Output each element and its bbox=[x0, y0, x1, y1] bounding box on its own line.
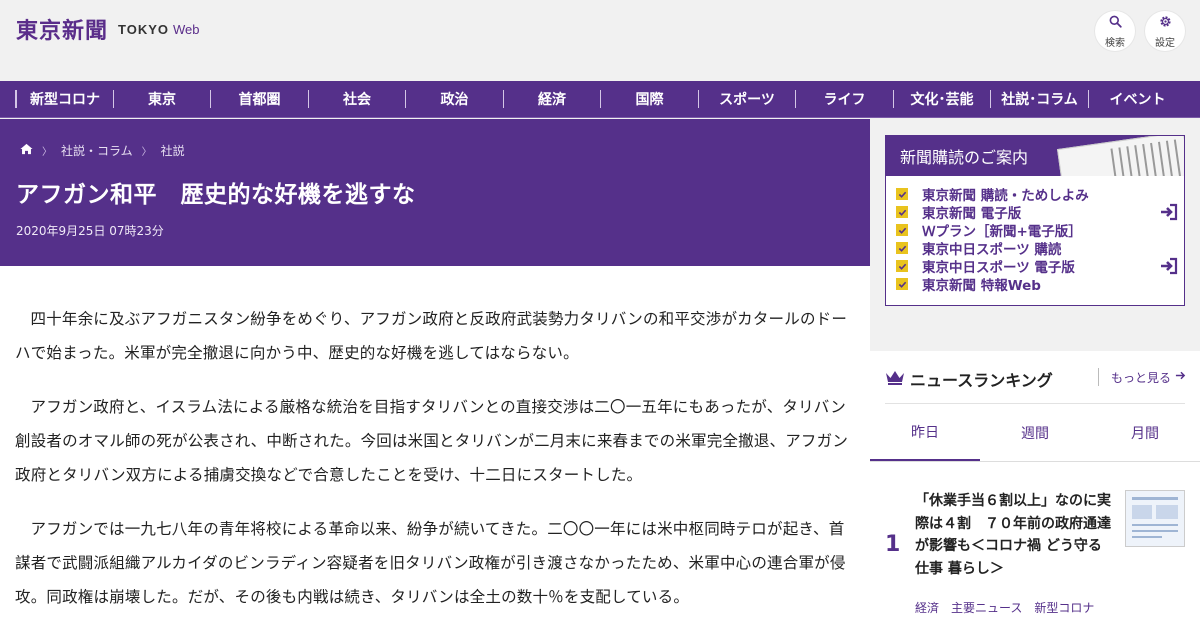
ranking-number: 1 bbox=[885, 532, 901, 557]
tab-weekly[interactable]: 週間 bbox=[980, 404, 1090, 462]
ranking-tags: 経済 主要ニュース 新型コロナ bbox=[915, 599, 1106, 616]
logo-tokyo-text: TOKYO bbox=[118, 21, 170, 37]
article-header: 〉 社説・コラム 〉 社説 アフガン和平 歴史的な好機を逃すな 2020年9月2… bbox=[0, 119, 870, 266]
subscription-item[interactable]: 東京新聞 電子版 bbox=[896, 203, 1184, 222]
ranking-item[interactable]: 1 「休業手当６割以上」なのに実際は４割 ７０年前の政府通達が影響も＜コロナ禍 … bbox=[885, 487, 1185, 615]
subscription-item-label: Ｗプラン［新聞+電子版］ bbox=[922, 224, 1082, 240]
nav-item-politics[interactable]: 政治 bbox=[405, 90, 503, 108]
ranking-item-title[interactable]: 「休業手当６割以上」なのに実際は４割 ７０年前の政府通達が影響も＜コロナ禍 どう… bbox=[915, 490, 1120, 580]
tag-link[interactable]: 新型コロナ bbox=[1034, 599, 1094, 616]
newspaper-image bbox=[1057, 136, 1184, 176]
tab-yesterday[interactable]: 昨日 bbox=[870, 404, 980, 462]
ranking-title-text: ニュースランキング bbox=[910, 371, 1053, 390]
logo-wordmark: 東京新聞 bbox=[16, 18, 109, 44]
article-paragraph: 四十年余に及ぶアフガニスタン紛争をめぐり、アフガン政府と反政府武装勢力タリバンの… bbox=[15, 310, 848, 362]
nav-item-economy[interactable]: 経済 bbox=[503, 90, 600, 108]
nav-item-tokyo[interactable]: 東京 bbox=[113, 90, 210, 108]
ranking-tabs: 昨日 週間 月間 bbox=[870, 404, 1200, 462]
subscription-item-label: 東京新聞 電子版 bbox=[922, 206, 1022, 222]
tag-link[interactable]: 主要ニュース bbox=[951, 599, 1022, 616]
ranking-thumbnail[interactable] bbox=[1125, 490, 1185, 547]
news-ranking: ニュースランキング もっと見る 昨日 週間 月間 1 「休業手当６割以上」なのに… bbox=[870, 351, 1200, 630]
site-header: 東京新聞 TOKYO Web 検索 設定 bbox=[0, 0, 1200, 81]
article-paragraph: アフガンでは一九七八年の青年将校による革命以来、紛争が続いてきた。二〇〇一年には… bbox=[15, 520, 846, 606]
gear-icon bbox=[1159, 13, 1172, 32]
home-icon[interactable] bbox=[20, 143, 33, 158]
subscription-box: 新聞購読のご案内 東京新聞 購読・ためしよみ 東京新聞 電子版 Ｗプラン［新聞+… bbox=[885, 135, 1185, 306]
subscription-header: 新聞購読のご案内 bbox=[886, 136, 1184, 176]
search-label: 検索 bbox=[1105, 38, 1125, 49]
tag-link[interactable]: 経済 bbox=[915, 599, 939, 616]
subscription-item-label: 東京新聞 特報Web bbox=[922, 278, 1041, 294]
check-icon bbox=[896, 188, 908, 200]
article-paragraph: アフガン政府と、イスラム法による厳格な統治を目指すタリバンとの直接交渉は二〇一五… bbox=[15, 398, 849, 484]
search-button[interactable]: 検索 bbox=[1095, 11, 1135, 51]
site-logo[interactable]: 東京新聞 TOKYO Web bbox=[16, 14, 200, 44]
login-icon[interactable] bbox=[1159, 203, 1179, 221]
ranking-title: ニュースランキング bbox=[885, 367, 1053, 391]
subscription-title: 新聞購読のご案内 bbox=[900, 148, 1029, 167]
nav-item-life[interactable]: ライフ bbox=[795, 90, 893, 108]
sidebar: 新聞購読のご案内 東京新聞 購読・ためしよみ 東京新聞 電子版 Ｗプラン［新聞+… bbox=[870, 119, 1200, 630]
nav-item-shutoken[interactable]: 首都圏 bbox=[210, 90, 308, 108]
check-icon bbox=[896, 224, 908, 236]
nav-item-international[interactable]: 国際 bbox=[600, 90, 698, 108]
tab-monthly[interactable]: 月間 bbox=[1090, 404, 1200, 462]
nav-item-corona[interactable]: 新型コロナ bbox=[15, 90, 113, 108]
check-icon bbox=[896, 278, 908, 290]
breadcrumb-item-editorial[interactable]: 社説 bbox=[161, 142, 185, 159]
subscription-item-label: 東京中日スポーツ 購読 bbox=[922, 242, 1062, 258]
subscription-item[interactable]: 東京中日スポーツ 電子版 bbox=[896, 257, 1184, 276]
nav-item-events[interactable]: イベント bbox=[1088, 90, 1186, 108]
subscription-item[interactable]: 東京新聞 購読・ためしよみ bbox=[896, 185, 1184, 204]
main-nav: 新型コロナ 東京 首都圏 社会 政治 経済 国際 スポーツ ライフ 文化･芸能 … bbox=[0, 81, 1200, 118]
nav-item-sports[interactable]: スポーツ bbox=[698, 90, 795, 108]
breadcrumb-separator: 〉 bbox=[141, 147, 152, 158]
article-body: 四十年余に及ぶアフガニスタン紛争をめぐり、アフガン政府と反政府武装勢力タリバンの… bbox=[0, 266, 870, 630]
subscription-item[interactable]: Ｗプラン［新聞+電子版］ bbox=[896, 221, 1184, 240]
subscription-item-label: 東京中日スポーツ 電子版 bbox=[922, 260, 1075, 276]
settings-label: 設定 bbox=[1155, 38, 1175, 49]
nav-item-culture[interactable]: 文化･芸能 bbox=[893, 90, 990, 108]
breadcrumb-item-editorial-column[interactable]: 社説・コラム bbox=[61, 142, 133, 159]
article-date: 2020年9月25日 07時23分 bbox=[16, 224, 164, 238]
subscription-item[interactable]: 東京中日スポーツ 購読 bbox=[896, 239, 1184, 258]
nav-item-society[interactable]: 社会 bbox=[308, 90, 405, 108]
nav-item-editorial[interactable]: 社説･コラム bbox=[990, 90, 1088, 108]
check-icon bbox=[896, 260, 908, 272]
subscription-item[interactable]: 東京新聞 特報Web bbox=[896, 275, 1184, 294]
check-icon bbox=[896, 206, 908, 218]
search-icon bbox=[1109, 13, 1122, 32]
logo-web-text: Web bbox=[173, 21, 200, 37]
more-link-label: もっと見る bbox=[1111, 370, 1172, 385]
arrow-right-icon bbox=[1171, 370, 1186, 384]
login-icon[interactable] bbox=[1159, 257, 1179, 275]
subscription-list: 東京新聞 購読・ためしよみ 東京新聞 電子版 Ｗプラン［新聞+電子版］ 東京中日… bbox=[886, 176, 1184, 294]
more-link[interactable]: もっと見る bbox=[1098, 368, 1186, 386]
article-title: アフガン和平 歴史的な好機を逃すな bbox=[16, 182, 416, 208]
check-icon bbox=[896, 242, 908, 254]
settings-button[interactable]: 設定 bbox=[1145, 11, 1185, 51]
subscription-item-label: 東京新聞 購読・ためしよみ bbox=[922, 188, 1089, 204]
divider bbox=[870, 461, 1200, 462]
breadcrumb-separator: 〉 bbox=[42, 147, 52, 158]
breadcrumb: 〉 社説・コラム 〉 社説 bbox=[20, 142, 185, 159]
crown-icon bbox=[885, 370, 910, 389]
